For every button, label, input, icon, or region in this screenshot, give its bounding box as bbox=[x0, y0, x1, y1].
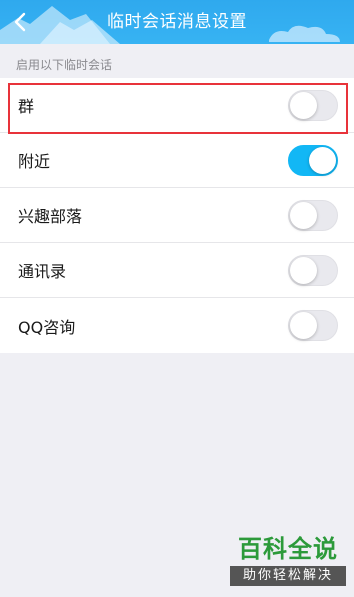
setting-label: 兴趣部落 bbox=[18, 207, 83, 226]
page-title: 临时会话消息设置 bbox=[107, 12, 247, 32]
setting-row-contacts[interactable]: 通讯录 bbox=[0, 243, 354, 298]
toggle-knob bbox=[309, 147, 336, 174]
setting-label: QQ咨询 bbox=[18, 317, 76, 337]
setting-row-qq-consult[interactable]: QQ咨询 bbox=[0, 298, 354, 353]
setting-label: 群 bbox=[18, 97, 35, 116]
settings-list: 群 附近 兴趣部落 通讯录 QQ咨询 bbox=[0, 78, 354, 353]
top-bar: 临时会话消息设置 bbox=[0, 0, 354, 44]
watermark: 百科全说 助你轻松解决 bbox=[230, 532, 346, 592]
toggle-knob bbox=[290, 257, 317, 284]
group-toggle[interactable] bbox=[288, 90, 338, 121]
watermark-subtitle: 助你轻松解决 bbox=[230, 566, 346, 586]
section-label: 启用以下临时会话 bbox=[16, 58, 113, 72]
contacts-toggle[interactable] bbox=[288, 255, 338, 286]
interest-tribe-toggle[interactable] bbox=[288, 200, 338, 231]
setting-row-group[interactable]: 群 bbox=[0, 78, 354, 133]
setting-row-nearby[interactable]: 附近 bbox=[0, 133, 354, 188]
setting-row-interest-tribe[interactable]: 兴趣部落 bbox=[0, 188, 354, 243]
setting-label: 通讯录 bbox=[18, 262, 67, 281]
qq-consult-toggle[interactable] bbox=[288, 310, 338, 341]
setting-label: 附近 bbox=[18, 152, 51, 171]
toggle-knob bbox=[290, 202, 317, 229]
toggle-knob bbox=[290, 312, 317, 339]
watermark-title: 百科全说 bbox=[238, 535, 338, 563]
nearby-toggle[interactable] bbox=[288, 145, 338, 176]
toggle-knob bbox=[290, 92, 317, 119]
